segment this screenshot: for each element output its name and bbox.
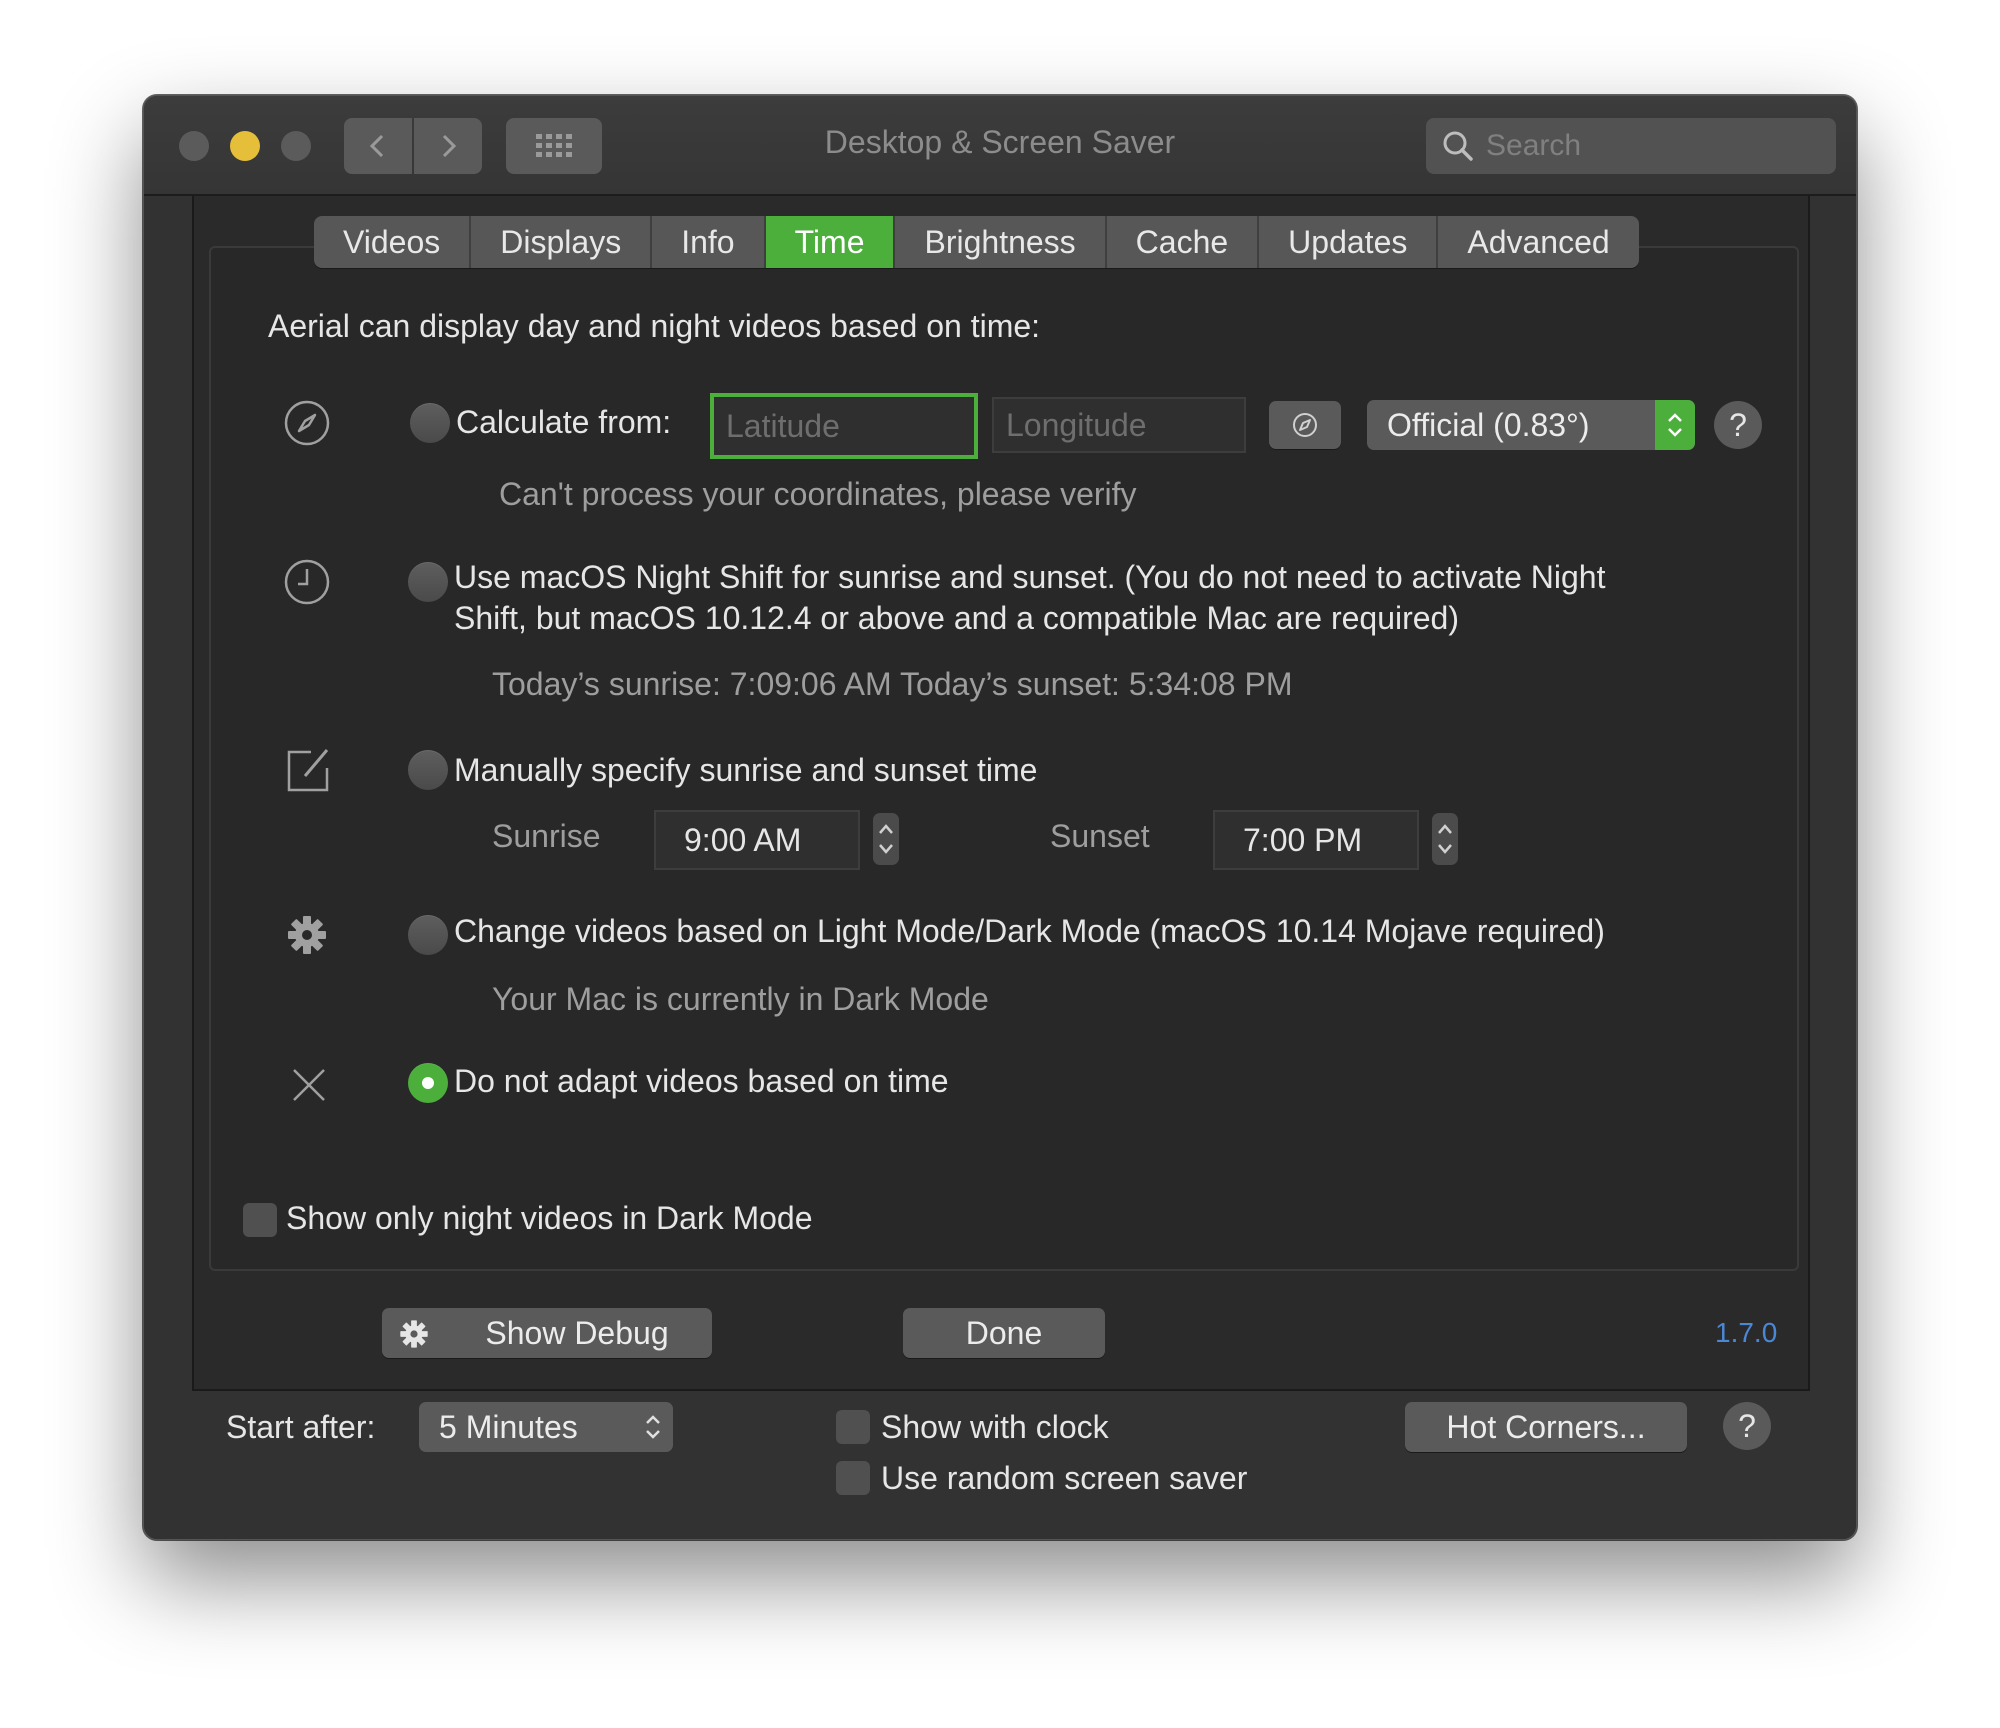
night-shift-label-line2: Shift, but macOS 10.12.4 or above and a … [454, 600, 1459, 636]
show-debug-label: Show Debug [485, 1314, 669, 1351]
dark-mode-info: Your Mac is currently in Dark Mode [492, 981, 989, 1017]
longitude-field[interactable] [992, 397, 1246, 453]
radio-manual[interactable] [408, 750, 448, 790]
done-button[interactable]: Done [903, 1308, 1105, 1358]
compass-icon [284, 400, 330, 446]
calculate-help-button[interactable]: ? [1714, 401, 1762, 449]
night-only-label: Show only night videos in Dark Mode [286, 1200, 813, 1236]
tab-cache[interactable]: Cache [1107, 216, 1260, 268]
sunset-label: Sunset [1050, 818, 1150, 854]
latitude-field[interactable] [710, 393, 978, 459]
tab-videos[interactable]: Videos [314, 216, 472, 268]
sun-calculation-popup[interactable]: Official (0.83°) [1367, 400, 1695, 450]
calculate-from-label: Calculate from: [456, 404, 672, 440]
tab-brightness[interactable]: Brightness [895, 216, 1107, 268]
popup-arrows-icon [1655, 400, 1695, 450]
sunrise-stepper[interactable] [873, 813, 899, 865]
night-only-checkbox[interactable] [243, 1203, 277, 1237]
radio-no-adapt[interactable] [408, 1063, 448, 1103]
close-icon [293, 1069, 325, 1101]
hot-corners-button[interactable]: Hot Corners... [1405, 1402, 1687, 1452]
show-clock-label: Show with clock [881, 1409, 1109, 1445]
title-bar: Desktop & Screen Saver [144, 96, 1856, 196]
preferences-window: Desktop & Screen Saver Videos Displays I… [143, 95, 1857, 1540]
time-intro-text: Aerial can display day and night videos … [268, 308, 1041, 344]
radio-dark-mode[interactable] [408, 915, 448, 955]
tab-bar: Videos Displays Info Time Brightness Cac… [314, 216, 1639, 268]
radio-night-shift[interactable] [408, 562, 448, 602]
tab-advanced[interactable]: Advanced [1438, 216, 1638, 268]
search-icon [1443, 131, 1473, 161]
stepper-arrows-icon [879, 824, 893, 854]
random-saver-checkbox[interactable] [836, 1461, 870, 1495]
start-after-popup[interactable]: 5 Minutes [419, 1402, 673, 1452]
manual-label: Manually specify sunrise and sunset time [454, 752, 1038, 788]
popup-arrows-icon [633, 1402, 673, 1452]
screensaver-options-sheet: Videos Displays Info Time Brightness Cac… [192, 196, 1810, 1391]
show-clock-checkbox[interactable] [836, 1410, 870, 1444]
coordinates-error-text: Can't process your coordinates, please v… [499, 476, 1137, 512]
help-button[interactable]: ? [1723, 1402, 1771, 1450]
sunrise-sunset-info: Today’s sunrise: 7:09:06 AM Today’s suns… [492, 666, 1293, 702]
tab-updates[interactable]: Updates [1259, 216, 1439, 268]
random-saver-label: Use random screen saver [881, 1460, 1248, 1496]
start-after-value: 5 Minutes [439, 1408, 578, 1445]
location-compass-icon [1293, 413, 1317, 437]
sunset-time-field[interactable] [1213, 810, 1419, 870]
tab-time[interactable]: Time [765, 216, 896, 268]
tab-info[interactable]: Info [652, 216, 766, 268]
search-field[interactable] [1426, 118, 1836, 174]
dark-mode-label: Change videos based on Light Mode/Dark M… [454, 913, 1605, 949]
night-shift-label-line1: Use macOS Night Shift for sunrise and su… [454, 559, 1606, 595]
version-link[interactable]: 1.7.0 [1715, 1317, 1777, 1349]
radio-calculate-from[interactable] [410, 403, 450, 443]
tab-displays[interactable]: Displays [471, 216, 653, 268]
sunrise-time-field[interactable] [654, 810, 860, 870]
start-after-label: Start after: [226, 1409, 376, 1445]
stepper-arrows-icon [1438, 824, 1452, 854]
search-input[interactable] [1484, 128, 1824, 164]
sunrise-label: Sunrise [492, 818, 601, 854]
clock-icon [284, 559, 330, 605]
sunset-stepper[interactable] [1432, 813, 1458, 865]
show-debug-button[interactable]: Show Debug [382, 1308, 712, 1358]
gear-icon [400, 1320, 428, 1348]
no-adapt-label: Do not adapt videos based on time [454, 1063, 949, 1099]
locate-button[interactable] [1269, 401, 1341, 449]
gear-icon [288, 916, 326, 954]
sun-calculation-value: Official (0.83°) [1387, 406, 1590, 443]
edit-icon [287, 749, 329, 792]
